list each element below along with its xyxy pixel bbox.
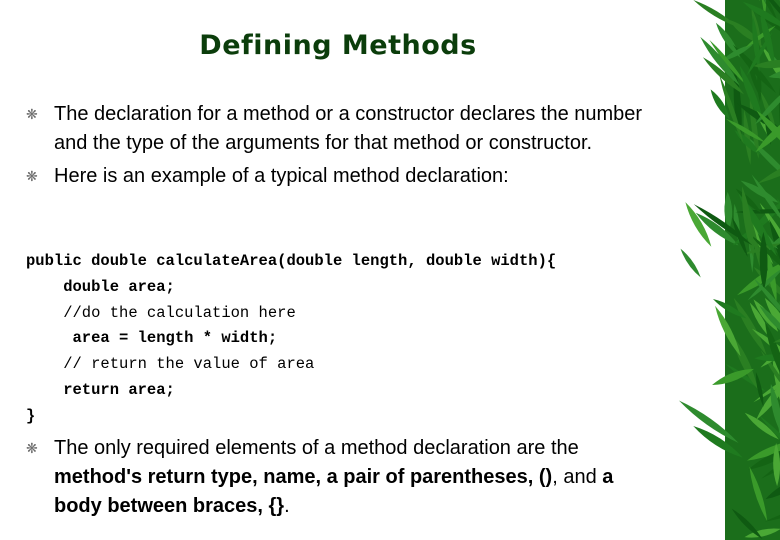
code-line: }: [26, 406, 36, 425]
code-line: return area;: [26, 380, 175, 399]
code-line: double area;: [26, 277, 175, 296]
slide-title: Defining Methods: [199, 30, 477, 61]
bullet-text: Here is an example of a typical method d…: [54, 165, 509, 187]
text-run: .: [284, 495, 290, 517]
code-example: public double calculateArea(double lengt…: [26, 249, 556, 430]
asterisk-bullet-icon: ❋: [26, 168, 38, 184]
bamboo-leaves-decoration: [678, 0, 780, 540]
text-run: The only required elements of a method d…: [54, 437, 579, 459]
text-run: , and: [552, 466, 603, 488]
code-line: area = length * width;: [26, 329, 278, 348]
code-line: //do the calculation here: [26, 303, 296, 322]
bullet-text: The declaration for a method or a constr…: [54, 103, 643, 154]
bullet-text: The only required elements of a method d…: [54, 437, 613, 517]
top-bullet-list: ❋ The declaration for a method or a cons…: [26, 100, 646, 195]
code-line: // return the value of area: [26, 355, 315, 374]
bamboo-leaf: [680, 248, 701, 278]
code-line: public double calculateArea(double lengt…: [26, 252, 557, 270]
bullet-item: ❋ The only required elements of a method…: [26, 434, 646, 521]
bottom-bullet-list: ❋ The only required elements of a method…: [26, 434, 646, 525]
asterisk-bullet-icon: ❋: [26, 106, 38, 122]
bullet-item: ❋ Here is an example of a typical method…: [26, 162, 646, 191]
bold-text: method's return type, name, a pair of pa…: [54, 466, 553, 488]
bullet-item: ❋ The declaration for a method or a cons…: [26, 100, 646, 158]
asterisk-bullet-icon: ❋: [26, 440, 38, 456]
